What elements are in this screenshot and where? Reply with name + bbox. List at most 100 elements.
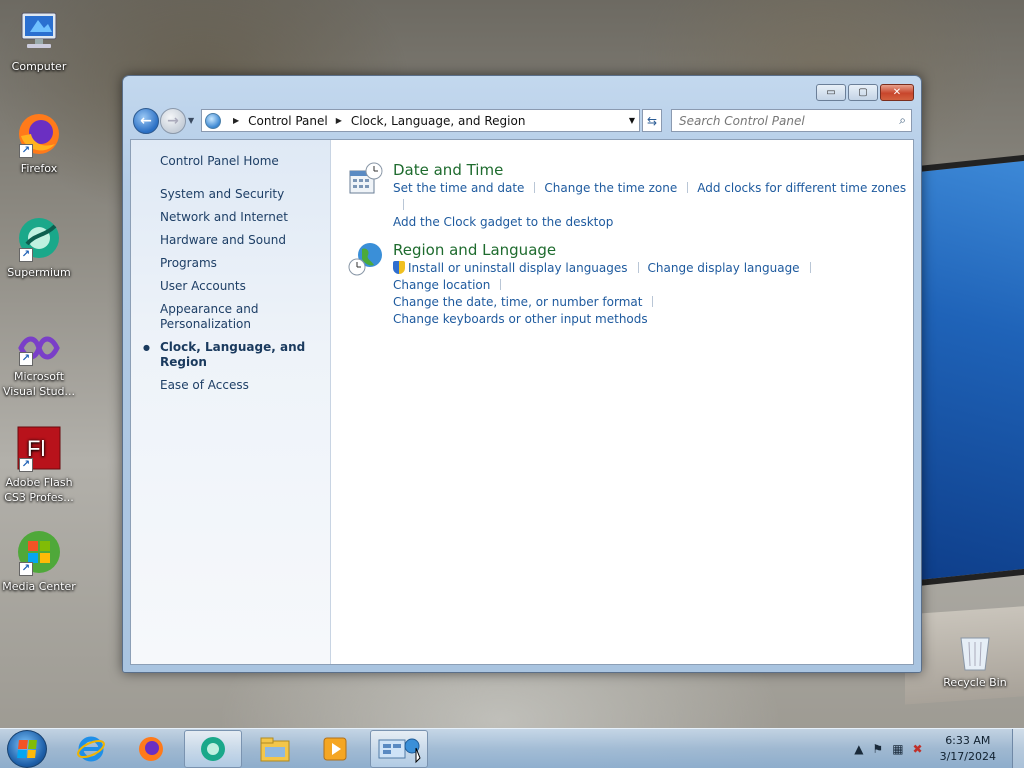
desktop-icon-adobe-flash[interactable]: Fl ↗ Adobe Flash CS3 Profes...: [0, 424, 78, 505]
breadcrumb-clock-language-region[interactable]: Clock, Language, and Region: [351, 114, 526, 128]
uac-shield-icon: [393, 261, 405, 274]
shortcut-arrow-icon: ↗: [19, 458, 33, 472]
link-change-time-zone[interactable]: Change the time zone: [544, 181, 677, 195]
forward-arrow-icon: →: [167, 113, 179, 129]
control-panel-icon: [205, 112, 221, 129]
action-center-flag-icon[interactable]: ⚑: [872, 742, 883, 756]
desktop-icon-label: Media Center: [2, 580, 76, 593]
forward-button[interactable]: →: [160, 108, 186, 134]
breadcrumb-separator-icon[interactable]: ▶: [233, 116, 239, 125]
clock-time: 6:33 AM: [945, 734, 991, 747]
desktop-icon-label: Recycle Bin: [943, 676, 1007, 689]
category-title-date-and-time[interactable]: Date and Time: [393, 161, 913, 179]
taskbar-firefox[interactable]: [122, 730, 180, 768]
link-change-keyboards[interactable]: Change keyboards or other input methods: [393, 312, 648, 326]
recent-pages-dropdown[interactable]: ▼: [188, 116, 194, 125]
link-change-location[interactable]: Change location: [393, 278, 490, 292]
link-divider: [809, 262, 811, 273]
navigation-bar: ← → ▼ ▶ Control Panel ▶ Clock, Language,…: [131, 107, 913, 135]
back-arrow-icon: ←: [140, 113, 152, 129]
minimize-button[interactable]: ▭: [816, 84, 846, 101]
date-and-time-links: Set the time and date Change the time zon…: [393, 180, 913, 231]
desktop-icon-supermium[interactable]: ↗ Supermium: [0, 214, 78, 280]
search-icon[interactable]: ⌕: [899, 113, 906, 128]
control-panel-icon: [378, 738, 421, 764]
network-icon[interactable]: ▦: [892, 742, 903, 756]
link-divider: [500, 279, 502, 290]
visual-studio-icon: ↗: [15, 330, 63, 366]
shortcut-arrow-icon: ↗: [19, 248, 33, 262]
sidebar-item-clock-language-and-region[interactable]: Clock, Language, and Region: [143, 340, 322, 370]
taskbar-file-explorer[interactable]: [246, 730, 304, 768]
desktop-icon-firefox[interactable]: ↗ Firefox: [0, 110, 78, 176]
maximize-button[interactable]: ▢: [848, 84, 878, 101]
recycle-bin-icon: [951, 632, 999, 672]
main-panel: Date and Time Set the time and date Chang…: [331, 140, 913, 664]
sidebar-item-programs[interactable]: Programs: [160, 256, 322, 271]
show-hidden-icons-button[interactable]: ▲: [854, 742, 863, 756]
desktop-icon-media-center[interactable]: ↗ Media Center: [0, 528, 78, 594]
taskbar: ▲ ⚑ ▦ ✖ 6:33 AM 3/17/2024: [0, 728, 1024, 768]
breadcrumb-separator-icon[interactable]: ▶: [336, 116, 342, 125]
start-button[interactable]: [7, 730, 47, 768]
region-and-language-icon: [348, 241, 384, 277]
desktop-icon-label: Computer: [11, 60, 67, 73]
desktop-icon-label: Firefox: [20, 162, 58, 175]
taskbar-control-panel[interactable]: [370, 730, 428, 768]
taskbar-clock[interactable]: 6:33 AM 3/17/2024: [940, 733, 996, 765]
link-change-display-language[interactable]: Change display language: [648, 261, 800, 275]
folder-icon: [260, 737, 290, 762]
control-panel-window: ▭ ▢ ✕ ← → ▼ ▶ Control Panel ▶ Clock, Lan…: [122, 75, 922, 673]
windows-logo-icon: [17, 740, 37, 758]
volume-muted-icon[interactable]: ✖: [913, 742, 923, 756]
refresh-button[interactable]: ⇆: [642, 109, 662, 132]
region-and-language-links: Install or uninstall display languages Ch…: [393, 260, 913, 328]
link-install-display-languages[interactable]: Install or uninstall display languages: [408, 261, 628, 275]
desktop-icon-label: Adobe Flash CS3 Profes...: [4, 476, 74, 504]
supermium-icon: ↗: [15, 214, 63, 262]
link-change-date-time-format[interactable]: Change the date, time, or number format: [393, 295, 642, 309]
firefox-icon: [139, 737, 163, 761]
desktop-icon-visual-studio[interactable]: ↗ Microsoft Visual Stud...: [0, 330, 78, 399]
taskbar-internet-explorer[interactable]: [62, 730, 120, 768]
close-button[interactable]: ✕: [880, 84, 914, 101]
link-set-time-and-date[interactable]: Set the time and date: [393, 181, 524, 195]
sidebar-item-network-and-internet[interactable]: Network and Internet: [160, 210, 322, 225]
back-button[interactable]: ←: [133, 108, 159, 134]
sidebar-item-ease-of-access[interactable]: Ease of Access: [160, 378, 322, 393]
internet-explorer-icon: [77, 736, 105, 762]
background-laptop-screen: [905, 152, 1024, 588]
computer-icon: [15, 8, 63, 56]
refresh-icon: ⇆: [646, 113, 658, 128]
adobe-flash-icon: Fl ↗: [15, 424, 63, 472]
category-title-region-and-language[interactable]: Region and Language: [393, 241, 913, 259]
shortcut-arrow-icon: ↗: [19, 144, 33, 158]
link-divider: [687, 182, 689, 193]
sidebar: Control Panel Home System and Security N…: [131, 140, 331, 664]
sidebar-item-hardware-and-sound[interactable]: Hardware and Sound: [160, 233, 322, 248]
search-input[interactable]: Search Control Panel ⌕: [671, 109, 912, 132]
clock-date: 3/17/2024: [939, 750, 996, 763]
link-add-clock-gadget[interactable]: Add the Clock gadget to the desktop: [393, 215, 613, 229]
taskbar-supermium[interactable]: [184, 730, 242, 768]
breadcrumb-control-panel[interactable]: Control Panel: [248, 114, 328, 128]
address-dropdown-icon[interactable]: ▼: [629, 116, 635, 125]
search-placeholder: Search Control Panel: [679, 113, 805, 128]
media-center-icon: ↗: [15, 528, 63, 576]
category-date-and-time: Date and Time Set the time and date Chang…: [348, 161, 913, 231]
taskbar-media-player[interactable]: [306, 730, 364, 768]
sidebar-item-control-panel-home[interactable]: Control Panel Home: [160, 154, 322, 169]
desktop-icon-computer[interactable]: Computer: [0, 8, 78, 74]
address-bar[interactable]: ▶ Control Panel ▶ Clock, Language, and R…: [201, 109, 640, 132]
supermium-icon: [201, 737, 225, 761]
media-player-icon: [323, 737, 347, 761]
sidebar-item-user-accounts[interactable]: User Accounts: [160, 279, 322, 294]
sidebar-item-appearance-and-personalization[interactable]: Appearance and Personalization: [160, 302, 270, 332]
link-add-clocks[interactable]: Add clocks for different time zones: [697, 181, 906, 195]
shortcut-arrow-icon: ↗: [19, 562, 33, 576]
category-region-and-language: Region and Language Install or uninstall…: [348, 241, 913, 328]
sidebar-item-system-and-security[interactable]: System and Security: [160, 187, 322, 202]
desktop-icon-recycle-bin[interactable]: Recycle Bin: [936, 632, 1014, 690]
show-desktop-button[interactable]: [1012, 729, 1024, 768]
window-controls: ▭ ▢ ✕: [816, 84, 914, 101]
